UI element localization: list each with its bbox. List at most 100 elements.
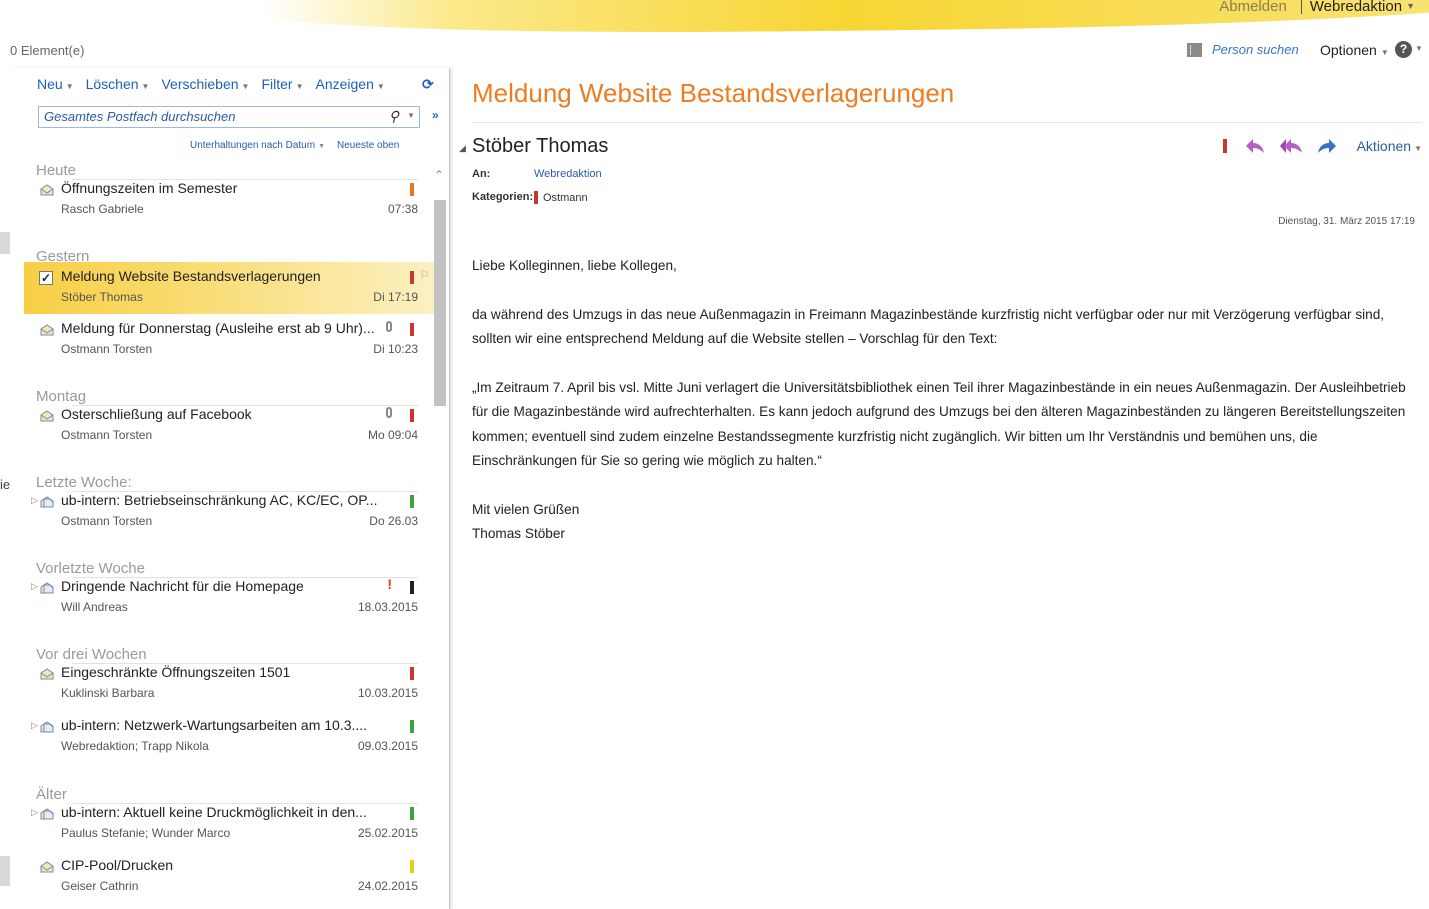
person-search-label: Person suchen	[1212, 42, 1299, 57]
category-marker[interactable]	[410, 495, 414, 508]
message-subject: Dringende Nachricht für die Homepage	[61, 578, 304, 594]
expand-conversation-icon[interactable]: ▷	[31, 720, 38, 731]
sort-conversations-button[interactable]: Unterhaltungen nach Datum ▼	[190, 140, 331, 151]
user-menu[interactable]: Webredaktion	[1310, 0, 1402, 14]
chevron-down-icon[interactable]: ▼	[1406, 0, 1415, 13]
list-item[interactable]: CIP-Pool/Drucken Geiser Cathrin 24.02.20…	[24, 851, 434, 903]
message-date: Do 26.03	[369, 514, 418, 528]
category-marker	[534, 191, 538, 204]
sort-order-button[interactable]: Neueste oben	[337, 140, 399, 151]
options-menu[interactable]: Optionen ▼	[1320, 42, 1389, 58]
conversation-icon	[40, 582, 54, 594]
nav-strip-highlight	[0, 232, 10, 254]
help-icon[interactable]: ?	[1395, 41, 1412, 58]
list-toolbar: Neu ▼ Löschen ▼ Verschieben ▼ Filter ▼ Anzei…	[37, 76, 385, 92]
categories-label: Kategorien:	[472, 191, 534, 203]
list-item[interactable]: ✓ Meldung Website Bestandsverlagerungen …	[24, 262, 434, 314]
nav-strip-highlight	[0, 856, 10, 886]
chevron-down-icon[interactable]: ▼	[1415, 44, 1423, 53]
filter-button[interactable]: Filter ▼	[261, 76, 303, 92]
view-button[interactable]: Anzeigen ▼	[316, 76, 385, 92]
conversation-icon	[40, 808, 54, 820]
category-marker[interactable]	[410, 667, 414, 680]
message-sender: Stöber Thomas	[61, 290, 143, 304]
message-sender: Webredaktion; Trapp Nikola	[61, 739, 209, 753]
category-marker[interactable]	[410, 409, 414, 422]
chevron-down-icon: ▼	[1380, 48, 1389, 57]
collapse-icon[interactable]: ◢	[459, 143, 466, 154]
body-paragraph: Mit vielen Grüßen	[472, 501, 580, 517]
category-name: Ostmann	[543, 191, 588, 204]
message-date: Mo 09:04	[367, 428, 418, 442]
message-subject: Eingeschränkte Öffnungszeiten 1501	[61, 664, 291, 680]
message-date: Di 17:19	[373, 290, 418, 304]
forward-icon[interactable]	[1317, 138, 1337, 154]
chevron-down-icon: ▼	[65, 82, 74, 91]
nav-strip-label[interactable]: ie	[0, 477, 10, 492]
expand-conversation-icon[interactable]: ▷	[31, 581, 38, 592]
person-search-button[interactable]: Person suchen	[1187, 42, 1299, 57]
list-item[interactable]: Eingeschränkte Öffnungszeiten 1501 Kukli…	[24, 658, 434, 710]
envelope-open-icon	[40, 324, 54, 336]
list-item[interactable]: ▷ ub-intern: Netzwerk-Wartungsarbeiten a…	[24, 711, 434, 763]
select-checkbox[interactable]: ✓	[39, 271, 53, 285]
sender-name[interactable]: Stöber Thomas	[472, 135, 608, 158]
new-button[interactable]: Neu ▼	[37, 76, 74, 92]
expand-conversation-icon[interactable]: ▷	[31, 495, 38, 506]
category-marker[interactable]	[410, 271, 414, 284]
category-marker[interactable]	[410, 807, 414, 820]
sort-conversations-label: Unterhaltungen nach Datum	[190, 140, 316, 151]
view-label: Anzeigen	[315, 76, 374, 92]
actions-menu[interactable]: Aktionen ▼	[1357, 138, 1422, 154]
chevron-down-icon: ▼	[141, 82, 150, 91]
flag-icon[interactable]: ⚐	[419, 268, 430, 282]
move-button[interactable]: Verschieben ▼	[161, 76, 249, 92]
actions-label: Aktionen	[1356, 138, 1412, 154]
expand-conversation-icon[interactable]: ▷	[31, 807, 38, 818]
list-item[interactable]: ▷ ub-intern: Aktuell keine Druckmöglichk…	[24, 798, 434, 850]
conversation-icon	[40, 496, 54, 508]
message-date: 18.03.2015	[357, 600, 418, 614]
list-item[interactable]: Osterschließung auf Facebook Ostmann Tor…	[24, 400, 434, 452]
options-label: Optionen	[1320, 42, 1377, 58]
chevron-down-icon: ▼	[241, 82, 250, 91]
address-book-icon	[1187, 42, 1202, 57]
message-subject: ub-intern: Betriebseinschränkung AC, KC/…	[61, 492, 378, 508]
delete-button[interactable]: Löschen ▼	[86, 76, 150, 92]
category-marker[interactable]	[410, 581, 414, 594]
chevron-down-icon[interactable]: ▼	[407, 111, 415, 120]
new-label: Neu	[37, 76, 63, 92]
category-marker[interactable]	[410, 323, 414, 336]
reply-icon[interactable]	[1245, 138, 1265, 154]
message-date: 09.03.2015	[357, 739, 418, 753]
message-sender: Rasch Gabriele	[61, 202, 144, 216]
message-date: Dienstag, 31. März 2015 17:19	[1278, 216, 1415, 227]
account-links: Abmelden Webredaktion ▼	[1219, 0, 1415, 18]
body-paragraph: Liebe Kolleginnen, liebe Kollegen,	[472, 258, 677, 273]
reply-all-icon[interactable]	[1279, 138, 1303, 154]
to-recipient[interactable]: Webredaktion	[534, 168, 602, 180]
message-sender: Ostmann Torsten	[61, 428, 153, 442]
divider	[1300, 0, 1302, 14]
message-subject: Osterschließung auf Facebook	[61, 406, 252, 422]
category-marker[interactable]	[1222, 139, 1227, 153]
message-sender: Paulus Stefanie; Wunder Marco	[61, 826, 231, 840]
list-item[interactable]: ▷ ub-intern: Betriebseinschränkung AC, K…	[24, 486, 434, 538]
scroll-thumb[interactable]	[434, 200, 446, 406]
category-marker[interactable]	[410, 860, 414, 873]
category-marker[interactable]	[410, 183, 414, 196]
list-item[interactable]: Öffnungszeiten im Semester Rasch Gabriel…	[24, 174, 434, 226]
list-item[interactable]: Meldung für Donnerstag (Ausleihe erst ab…	[24, 314, 434, 366]
message-date: 07:38	[387, 202, 418, 216]
scroll-up-icon[interactable]: ⌃	[434, 168, 444, 182]
move-label: Verschieben	[161, 76, 239, 92]
search-input[interactable]	[44, 109, 384, 124]
category-marker[interactable]	[410, 720, 414, 733]
chevron-down-icon: ▼	[295, 82, 304, 91]
expand-icon[interactable]: »	[432, 108, 439, 122]
list-item[interactable]: ▷ Dringende Nachricht für die Homepage W…	[24, 572, 434, 624]
search-icon[interactable]: ⚲	[389, 108, 399, 125]
refresh-icon[interactable]: ⟳	[422, 77, 434, 91]
signout-link[interactable]: Abmelden	[1219, 0, 1287, 14]
list-scrollbar[interactable]: ⌃	[432, 168, 448, 908]
